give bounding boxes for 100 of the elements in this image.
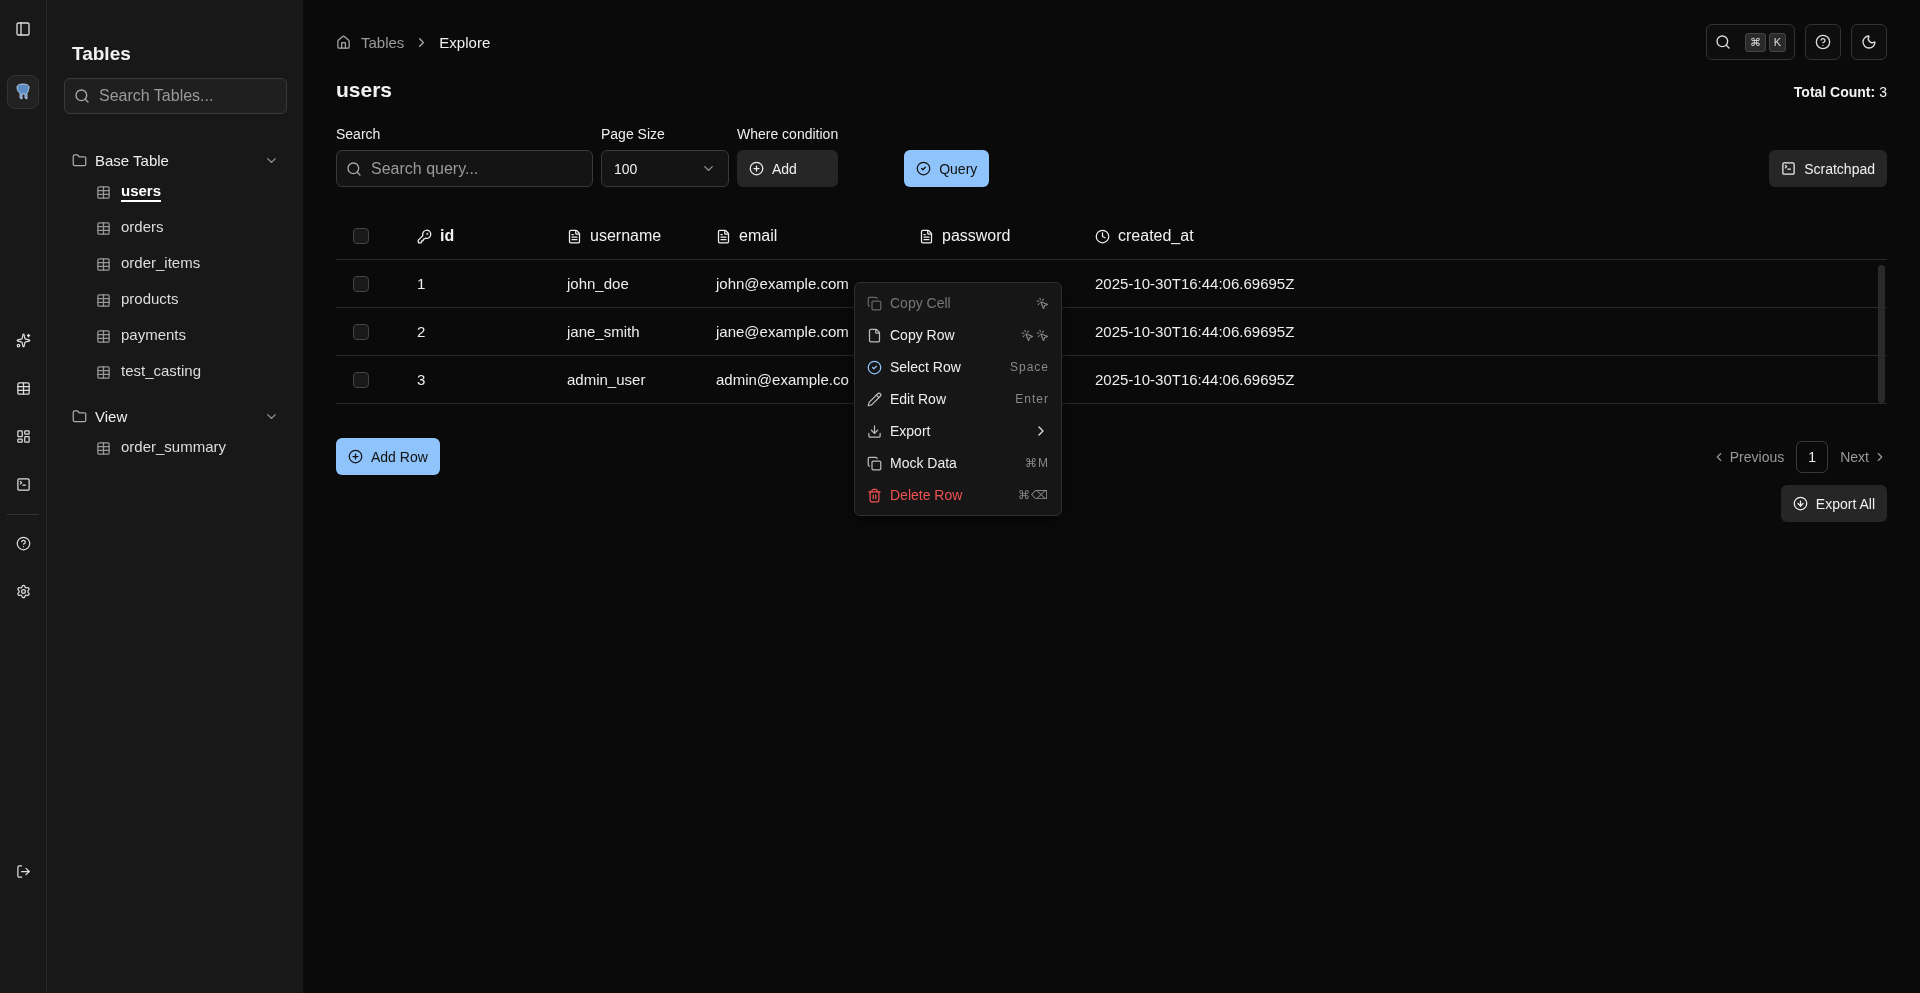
terminal-icon: [1781, 161, 1797, 176]
row-checkbox[interactable]: [353, 275, 369, 292]
row-checkbox[interactable]: [353, 371, 369, 388]
table-item[interactable]: orders: [121, 218, 164, 238]
home-icon: [336, 34, 351, 50]
table-icon: [96, 184, 111, 200]
export-all-button[interactable]: Export All: [1780, 485, 1887, 522]
key-icon: [417, 228, 432, 244]
table-item[interactable]: users: [121, 182, 162, 202]
query-button[interactable]: Query: [904, 150, 990, 187]
table-icon: [96, 292, 111, 308]
cursor-click-icon: [1036, 296, 1049, 310]
cursor-click-icon: [1036, 328, 1049, 342]
search-field[interactable]: Search query...: [336, 150, 593, 187]
column-header[interactable]: email: [739, 227, 778, 245]
tree-group[interactable]: Base Table: [64, 146, 287, 174]
add-row-button[interactable]: Add Row: [336, 438, 440, 475]
terminal-icon: [15, 476, 31, 492]
file-icon: [716, 228, 731, 244]
menu-item[interactable]: Delete Row ⌘⌫: [859, 479, 1057, 511]
shortcut-label: ⌘M: [1025, 456, 1049, 470]
download-circle-icon: [1792, 496, 1808, 511]
pencil-icon: [867, 391, 882, 407]
table-cell: admin_user: [567, 371, 646, 388]
check-circle-icon: [867, 359, 882, 375]
column-header[interactable]: created_at: [1118, 227, 1194, 245]
search-icon: [1714, 34, 1731, 50]
plus-circle-icon: [749, 161, 764, 176]
layout-icon: [15, 428, 31, 444]
search-label: Search: [336, 126, 382, 142]
row-checkbox[interactable]: [353, 323, 369, 340]
folder-icon: [72, 152, 87, 168]
tree-group[interactable]: View: [64, 402, 287, 430]
table-item[interactable]: products: [121, 290, 179, 310]
shortcut-label: Enter: [1015, 392, 1049, 406]
next-page-link[interactable]: Next: [1840, 448, 1887, 465]
previous-page-link[interactable]: Previous: [1711, 448, 1785, 465]
theme-toggle-button[interactable]: [1851, 24, 1887, 60]
folder-icon: [72, 408, 87, 424]
shortcut-label: Space: [1009, 360, 1049, 374]
menu-item[interactable]: Export: [859, 415, 1057, 447]
plus-circle-icon: [348, 449, 363, 464]
table-icon: [15, 380, 31, 396]
table-icon: [96, 440, 111, 456]
table-cell: jane@example.com: [716, 323, 849, 340]
help-icon: [15, 535, 31, 551]
column-header[interactable]: username: [590, 227, 662, 245]
table-item[interactable]: test_casting: [121, 362, 202, 382]
menu-item[interactable]: Mock Data ⌘M: [859, 447, 1057, 479]
menu-item[interactable]: Copy Row: [859, 319, 1057, 351]
table-cell: admin@example.co: [716, 371, 849, 388]
column-header[interactable]: password: [942, 227, 1011, 245]
table-icon: [96, 364, 111, 380]
scratchpad-button[interactable]: Scratchpad: [1769, 150, 1887, 187]
trash-icon: [867, 487, 882, 503]
help-button[interactable]: [1805, 24, 1841, 60]
breadcrumb-link[interactable]: Explore: [439, 33, 491, 51]
download-icon: [867, 423, 882, 439]
table-search-field[interactable]: Search Tables...: [64, 78, 287, 114]
column-header[interactable]: id: [440, 227, 455, 245]
scrollbar[interactable]: [1878, 265, 1885, 403]
table-cell: jane_smith: [567, 323, 640, 340]
menu-item[interactable]: Select Row Space: [859, 351, 1057, 383]
file-icon: [567, 228, 582, 244]
table-cell: 2: [417, 323, 426, 340]
table-icon: [96, 328, 111, 344]
command-search-button[interactable]: ⌘ K: [1705, 24, 1795, 60]
moon-icon: [1861, 34, 1877, 50]
table-cell: john_doe: [567, 275, 629, 292]
group-label: Base Table: [95, 151, 170, 169]
table-item[interactable]: payments: [121, 326, 187, 346]
add-condition-button[interactable]: Add: [737, 150, 839, 187]
logout-icon: [15, 863, 31, 879]
table-cell: john@example.com: [716, 275, 849, 292]
clock-icon: [1095, 228, 1110, 244]
copy-icon: [867, 455, 882, 471]
table-cell: 1: [417, 275, 426, 292]
database-logo-button[interactable]: [7, 75, 39, 109]
page-size-select[interactable]: 100: [601, 150, 729, 187]
menu-item[interactable]: Copy Cell: [859, 287, 1057, 319]
group-label: View: [95, 407, 129, 425]
table-icon: [96, 220, 111, 236]
table-item[interactable]: order_summary: [121, 438, 227, 458]
page-number-button[interactable]: 1: [1796, 440, 1829, 473]
sidebar-title: Tables: [72, 43, 132, 65]
select-all-checkbox[interactable]: [353, 228, 369, 244]
keyboard-key: K: [1768, 32, 1786, 52]
breadcrumb-link[interactable]: Tables: [361, 33, 405, 51]
total-count-label: Total Count:: [1793, 84, 1876, 100]
sparkles-icon: [15, 332, 31, 348]
menu-item[interactable]: Edit Row Enter: [859, 383, 1057, 415]
shortcut-label: ⌘⌫: [1018, 488, 1049, 502]
page-size-label: Page Size: [601, 126, 666, 142]
table-item[interactable]: order_items: [121, 254, 201, 274]
settings-icon: [15, 583, 31, 599]
table-icon: [96, 256, 111, 272]
file-icon: [919, 228, 934, 244]
total-count-value: 3: [1879, 84, 1887, 100]
table-cell: 2025-10-30T16:44:06.69695Z: [1095, 323, 1295, 340]
page-title: users: [336, 78, 393, 102]
